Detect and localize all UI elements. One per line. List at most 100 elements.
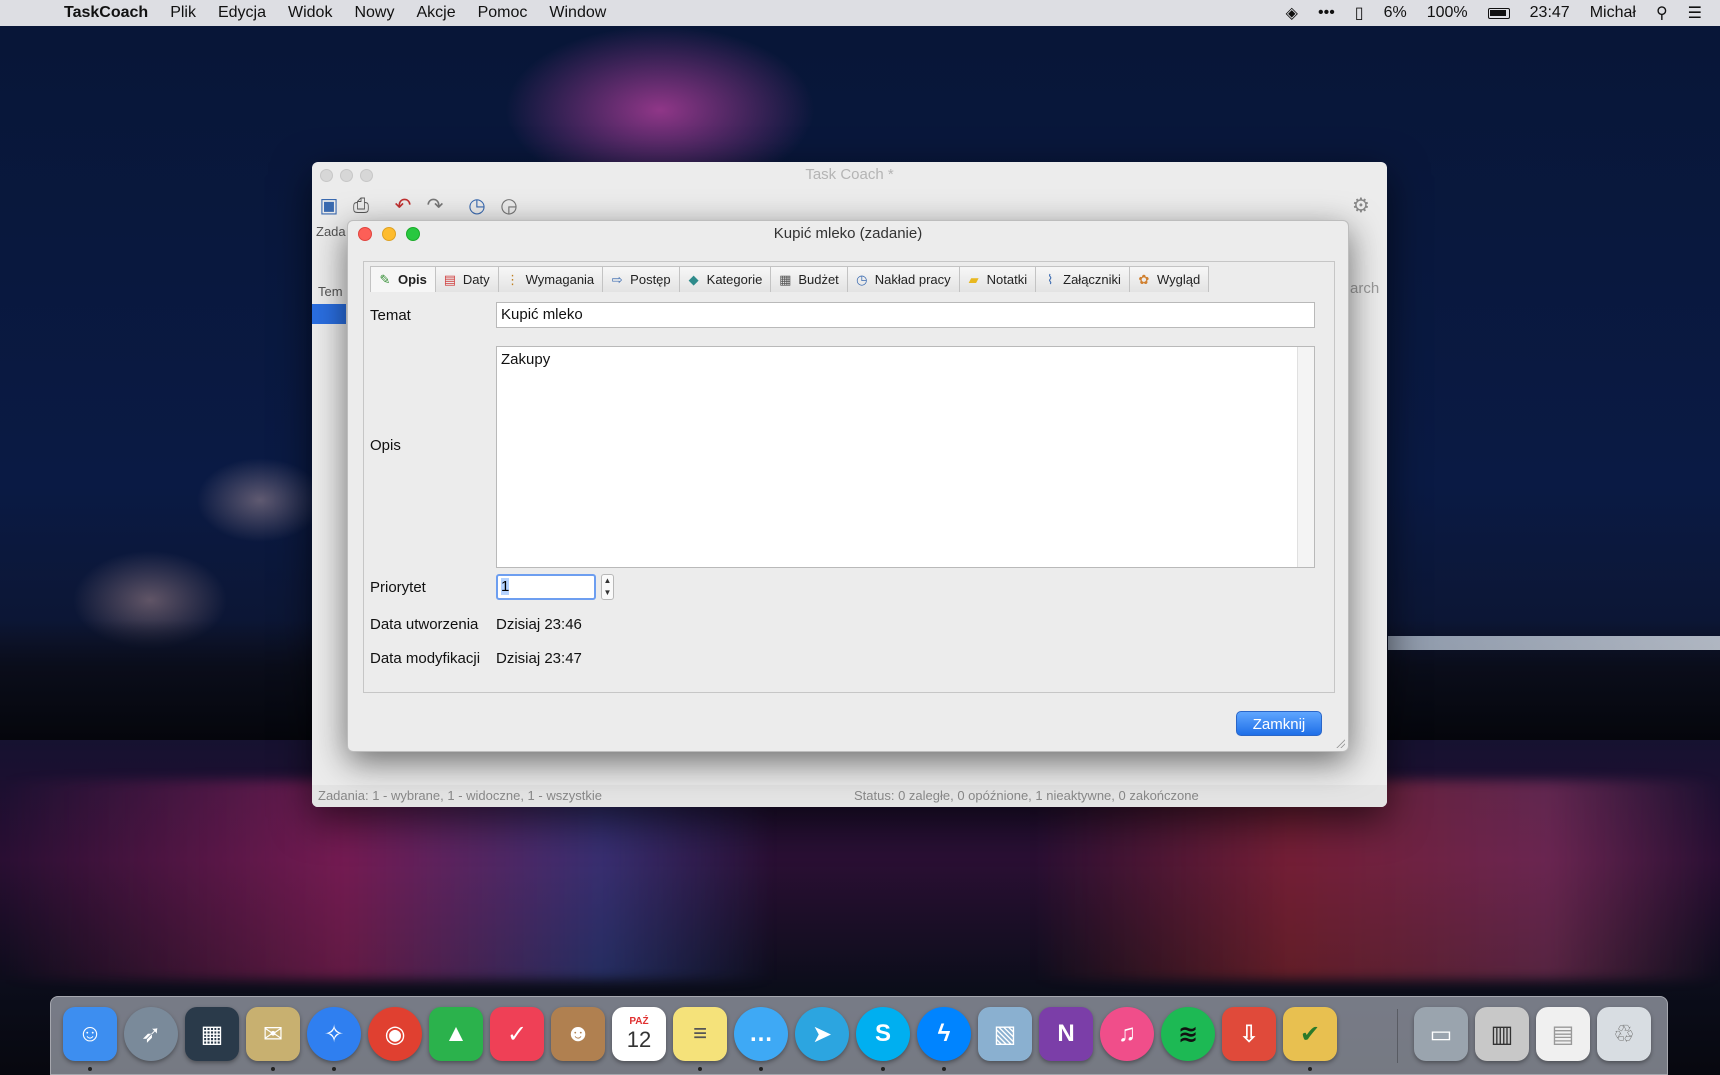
dock: ☺ ➶ ▦ ✉ ✧ ◉ ▲ ✓ ☻ PAŹ 12 ≡ … ➤ S ϟ ▧ N ♫… (50, 996, 1668, 1075)
menu-akcje[interactable]: Akcje (416, 4, 455, 22)
more-icon[interactable]: ••• (1318, 4, 1335, 22)
tab-label: Kategorie (706, 272, 763, 287)
tab-wyglad[interactable]: ✿ Wygląd (1128, 266, 1210, 292)
priority-stepper-arrows[interactable]: ▲ ▼ (601, 574, 614, 600)
tab-label: Notatki (986, 272, 1028, 287)
subject-column-fragment[interactable]: Tem (318, 284, 343, 299)
calendar-icon[interactable]: PAŹ 12 (612, 1007, 666, 1061)
dialog-minimize-button[interactable] (382, 227, 396, 241)
skype-icon[interactable]: S (856, 1007, 910, 1061)
clock-start-icon[interactable]: ◷ (464, 194, 490, 218)
menu-pomoc[interactable]: Pomoc (478, 4, 528, 22)
tab-kategorie[interactable]: ◆ Kategorie (678, 266, 772, 292)
priority-spinner-input[interactable]: 1 (496, 574, 596, 600)
open-folder-icon[interactable]: ▣ (316, 194, 342, 218)
tasks-tab-fragment[interactable]: Zada (316, 224, 346, 239)
documents-icon[interactable]: ▤ (1536, 1007, 1590, 1061)
dock-separator (1397, 1009, 1398, 1063)
feedly-icon[interactable]: ▲ (429, 1007, 483, 1061)
running-indicator (332, 1067, 336, 1071)
messages-icon[interactable]: … (734, 1007, 788, 1061)
close-button[interactable]: Zamknij (1236, 711, 1322, 736)
menu-nowy[interactable]: Nowy (354, 4, 394, 22)
onenote-icon[interactable]: N (1039, 1007, 1093, 1061)
main-minimize-button[interactable] (340, 169, 353, 182)
tab-wymagania[interactable]: ⋮ Wymagania (497, 266, 604, 292)
running-indicator (271, 1067, 275, 1071)
menu-clock[interactable]: 23:47 (1530, 4, 1570, 22)
description-textarea[interactable]: Zakupy (496, 346, 1315, 568)
menu-plik[interactable]: Plik (170, 4, 196, 22)
clock-stop-icon[interactable]: ◶ (496, 194, 522, 218)
description-scrollbar[interactable] (1297, 347, 1314, 567)
dialog-titlebar: Kupić mleko (zadanie) (348, 221, 1348, 247)
tab-zalaczniki[interactable]: ⌇ Załączniki (1035, 266, 1130, 292)
selected-task-row-fragment[interactable] (312, 304, 346, 324)
tab-postep[interactable]: ⇨ Postęp (602, 266, 680, 292)
telegram-icon[interactable]: ➤ (795, 1007, 849, 1061)
menu-extras: ◈ ••• ▯ 6% 100% 23:47 Michał ⚲ ☰ (1286, 0, 1702, 26)
taskcoach-icon[interactable]: ✔ (1283, 1007, 1337, 1061)
status-left: Zadania: 1 - wybrane, 1 - widoczne, 1 - … (318, 788, 602, 803)
subject-input[interactable]: Kupić mleko (496, 302, 1315, 328)
created-label: Data utworzenia (370, 616, 479, 633)
editor-tab-panel: ✎ Opis ▤ Daty ⋮ Wymagania ⇨ Postęp ◆ Kat… (363, 261, 1335, 693)
tab-budzet[interactable]: ▦ Budżet (770, 266, 848, 292)
calendar-icon: ▤ (443, 271, 457, 287)
redo-icon[interactable]: ↷ (422, 194, 448, 218)
battery-icon[interactable] (1487, 7, 1510, 19)
trash-icon[interactable]: ♲ (1597, 1007, 1651, 1061)
dropbox-icon[interactable]: ◈ (1286, 3, 1298, 23)
phone-battery-icon[interactable]: ▯ (1355, 3, 1364, 23)
menu-window[interactable]: Window (549, 4, 606, 22)
wallpaper-reflection (0, 780, 1720, 980)
note-icon: ▰ (968, 271, 979, 287)
chevron-up-icon[interactable]: ▲ (602, 575, 613, 587)
launchpad-icon[interactable]: ➶ (124, 1007, 178, 1061)
menu-widok[interactable]: Widok (288, 4, 332, 22)
finder-icon[interactable]: ☺ (63, 1007, 117, 1061)
spotlight-search-icon[interactable]: ⚲ (1656, 3, 1668, 23)
created-value: Dzisiaj 23:46 (496, 616, 582, 633)
menu-user[interactable]: Michał (1590, 4, 1636, 22)
pocket-icon[interactable]: ✓ (490, 1007, 544, 1061)
preview-icon[interactable]: ▧ (978, 1007, 1032, 1061)
tab-naklad-pracy[interactable]: ◷ Nakład pracy (846, 266, 960, 292)
main-close-button[interactable] (320, 169, 333, 182)
contacts-icon[interactable]: ☻ (551, 1007, 605, 1061)
tab-notatki[interactable]: ▰ Notatki (958, 266, 1037, 292)
tab-opis[interactable]: ✎ Opis (370, 266, 436, 292)
dialog-close-button[interactable] (358, 227, 372, 241)
downloader-icon[interactable]: ⇩ (1222, 1007, 1276, 1061)
calendar-month: PAŹ (629, 1015, 649, 1027)
main-window-titlebar: Task Coach * (312, 162, 1387, 188)
folder-icon[interactable]: ▭ (1414, 1007, 1468, 1061)
calendar-day: 12 (626, 1026, 652, 1052)
dialog-zoom-button[interactable] (406, 227, 420, 241)
chrome-icon[interactable]: ◉ (368, 1007, 422, 1061)
spotify-icon[interactable]: ≋ (1161, 1007, 1215, 1061)
settings-gear-icon[interactable]: ⚙ (1348, 194, 1374, 218)
chevron-down-icon[interactable]: ▼ (602, 587, 613, 599)
notes-icon[interactable]: ≡ (673, 1007, 727, 1061)
running-indicator (759, 1067, 763, 1071)
resize-grip[interactable] (1335, 738, 1345, 748)
main-zoom-button[interactable] (360, 169, 373, 182)
screenshots-icon[interactable]: ▥ (1475, 1007, 1529, 1061)
messenger-icon[interactable]: ϟ (917, 1007, 971, 1061)
menu-edycja[interactable]: Edycja (218, 4, 266, 22)
itunes-icon[interactable]: ♫ (1100, 1007, 1154, 1061)
mission-control-icon[interactable]: ▦ (185, 1007, 239, 1061)
undo-icon[interactable]: ↶ (390, 194, 416, 218)
tab-label: Daty (462, 272, 490, 287)
mail-stamp-icon[interactable]: ✉ (246, 1007, 300, 1061)
tab-daty[interactable]: ▤ Daty (434, 266, 499, 292)
safari-icon[interactable]: ✧ (307, 1007, 361, 1061)
menu-app-name[interactable]: TaskCoach (64, 4, 148, 22)
apple-icon[interactable] (24, 4, 42, 22)
subject-label: Temat (370, 307, 411, 324)
notification-center-icon[interactable]: ☰ (1688, 3, 1702, 23)
print-icon[interactable]: ⎙ (348, 194, 374, 218)
search-field-fragment[interactable]: arch (1350, 280, 1379, 297)
pencil-icon: ✎ (379, 271, 391, 287)
